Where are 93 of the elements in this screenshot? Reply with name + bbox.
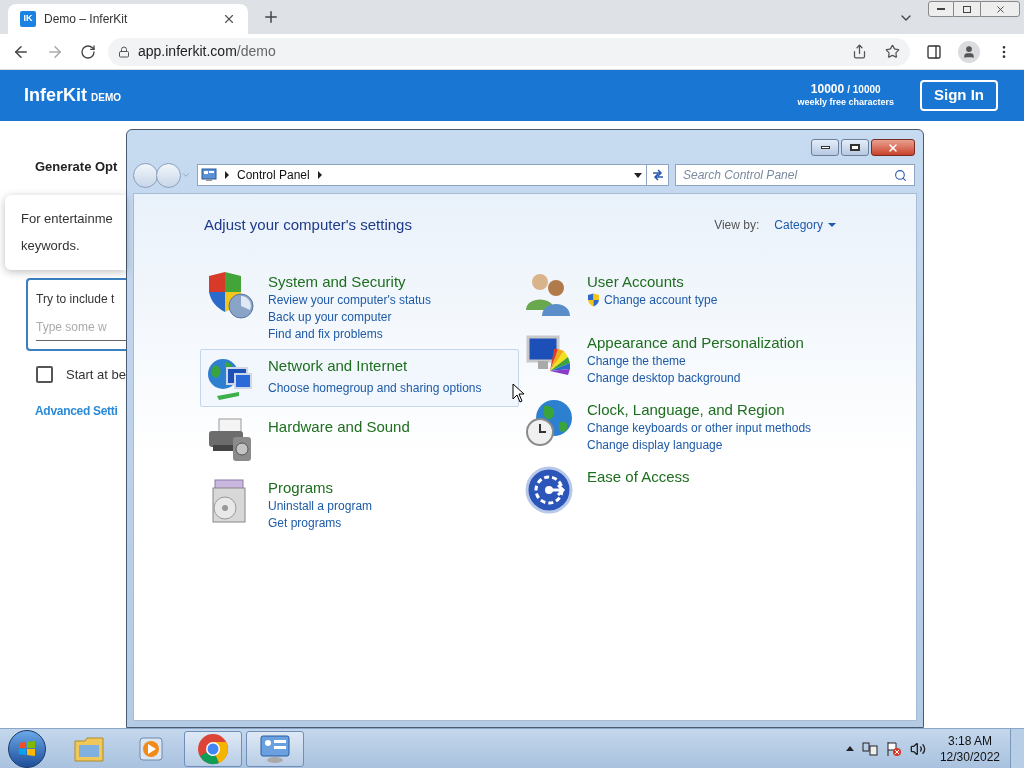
category-title[interactable]: Network and Internet: [268, 355, 408, 376]
restore-button[interactable]: [954, 1, 980, 17]
category-title[interactable]: Appearance and Personalization: [587, 332, 804, 353]
folder-icon: [73, 734, 105, 763]
media-player-icon: [137, 734, 165, 763]
category-title[interactable]: Clock, Language, and Region: [587, 399, 785, 420]
control-panel-icon: [259, 733, 291, 764]
side-panel-icon[interactable]: [926, 43, 942, 60]
dropdown-arrow-icon[interactable]: [634, 172, 642, 178]
category-tile[interactable]: User Accounts Change account type: [519, 264, 836, 323]
flag-error-icon[interactable]: [885, 740, 902, 757]
site-logo: InferKit: [24, 84, 87, 107]
category-title[interactable]: Hardware and Sound: [268, 416, 410, 437]
close-icon: [994, 3, 1006, 15]
tooltip-text: For entertainme: [21, 209, 114, 228]
category-title[interactable]: Programs: [268, 477, 334, 498]
search-input[interactable]: Search Control Panel: [683, 166, 894, 184]
address-bar[interactable]: app.inferkit.com/demo: [108, 37, 910, 66]
minimize-button[interactable]: [811, 139, 839, 156]
demo-label: DEMO: [91, 91, 121, 105]
breadcrumb-arrow-icon: [225, 171, 229, 179]
checkbox[interactable]: [36, 365, 53, 383]
sign-in-button[interactable]: Sign In: [920, 80, 998, 111]
taskbar-button[interactable]: [184, 730, 242, 767]
category-title[interactable]: User Accounts: [587, 271, 684, 292]
page-heading: Adjust your computer's settings: [204, 215, 412, 235]
quota-total: / 10000: [847, 82, 881, 96]
category-tile[interactable]: Ease of Access: [519, 459, 836, 518]
category-link[interactable]: Change account type: [604, 291, 718, 309]
category-link[interactable]: Change the theme: [587, 352, 686, 370]
category-link[interactable]: Change desktop background: [587, 369, 741, 387]
field-label: Try to include t: [36, 290, 116, 308]
reload-icon[interactable]: [80, 43, 96, 60]
site-favicon: IK: [20, 11, 36, 27]
clock-time: 3:18 AM: [947, 732, 992, 749]
mouse-cursor-icon: [512, 383, 525, 403]
category-link[interactable]: Get programs: [268, 514, 342, 532]
category-tile[interactable]: Hardware and Sound: [200, 409, 519, 468]
category-link[interactable]: Review your computer's status: [268, 291, 432, 309]
browser-tab[interactable]: IK Demo – InferKit: [8, 4, 248, 34]
volume-icon[interactable]: [909, 740, 926, 757]
checkbox-label: Start at be: [66, 365, 126, 384]
category-link[interactable]: Change keyboards or other input methods: [587, 419, 812, 437]
start-button[interactable]: [8, 729, 46, 768]
globe-clock-icon: [524, 397, 574, 448]
category-link[interactable]: Choose homegroup and sharing options: [268, 379, 482, 397]
category-tile[interactable]: Programs Uninstall a program Get programs: [200, 470, 519, 535]
new-tab-icon[interactable]: [262, 8, 280, 26]
category-link[interactable]: Find and fix problems: [268, 325, 383, 343]
category-title[interactable]: Ease of Access: [587, 466, 690, 487]
close-button[interactable]: [871, 139, 915, 156]
quota-used: 10000: [810, 82, 845, 96]
url-host: app.inferkit.com: [138, 42, 237, 61]
network-icon[interactable]: [861, 740, 878, 757]
profile-icon[interactable]: [958, 40, 980, 63]
lock-icon: [118, 45, 130, 58]
clock[interactable]: 3:18 AM 12/30/2022: [939, 732, 1000, 765]
search-icon: [894, 168, 907, 182]
minimize-button[interactable]: [928, 1, 954, 17]
section-heading: Generate Opt: [35, 158, 119, 176]
search-field[interactable]: Search Control Panel: [675, 164, 915, 186]
category-link[interactable]: Uninstall a program: [268, 497, 373, 515]
category-title[interactable]: System and Security: [268, 271, 406, 292]
view-by-label: View by:: [714, 217, 760, 235]
advanced-settings-link[interactable]: Advanced Setti: [35, 402, 126, 420]
control-panel-icon: [201, 168, 217, 182]
category-tile[interactable]: Appearance and Personalization Change the theme Change desktop background: [519, 325, 836, 390]
breadcrumb-item[interactable]: Control Panel: [237, 166, 310, 184]
refresh-arrows-icon: [650, 169, 665, 181]
category-tile[interactable]: Clock, Language, and Region Change keyboards or other input methods Change display language: [519, 392, 836, 457]
close-icon[interactable]: [222, 12, 236, 26]
taskbar-button[interactable]: [246, 730, 304, 767]
view-by-dropdown[interactable]: Category: [774, 216, 836, 235]
maximize-button[interactable]: [841, 139, 869, 156]
address-field[interactable]: Control Panel: [197, 164, 669, 186]
quota-caption: weekly free characters: [797, 95, 894, 109]
accessibility-icon: [524, 464, 574, 515]
share-icon[interactable]: [852, 44, 867, 59]
category-tile[interactable]: System and Security Review your computer's status Back up your computer Find and fix problems: [200, 264, 519, 346]
bookmark-star-icon[interactable]: [885, 44, 900, 59]
close-icon: [887, 141, 899, 154]
category-link[interactable]: Change display language: [587, 436, 723, 454]
show-hidden-icons-icon[interactable]: [845, 746, 854, 751]
url-path: /demo: [236, 42, 276, 61]
tooltip-text: keywords.: [21, 237, 81, 255]
category-tile[interactable]: Network and Internet Choose homegroup and sharing options: [200, 348, 519, 407]
browser-icon: [197, 732, 229, 765]
keywords-input[interactable]: Type some w: [36, 317, 126, 341]
clock-date: 12/30/2022: [939, 748, 1000, 765]
breadcrumb-arrow-icon: [317, 171, 322, 179]
tab-title: Demo – InferKit: [44, 11, 129, 28]
category-link[interactable]: Back up your computer: [268, 308, 392, 326]
windows-flag-icon: [17, 738, 37, 759]
